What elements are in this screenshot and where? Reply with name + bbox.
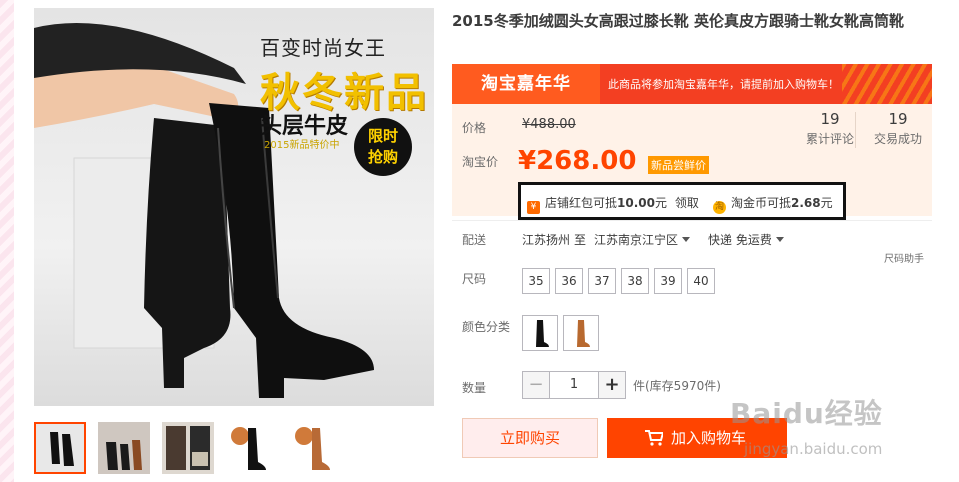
chevron-down-icon [682,237,691,242]
promo-badge-line2: 抢购 [367,148,398,166]
taojinbi-prefix: 淘金币可抵 [731,196,792,210]
size-option[interactable]: 40 [687,268,715,294]
event-message: 此商品将参加淘宝嘉年华，请提前加入购物车！ [608,78,839,91]
sales-count-number: 19 [888,110,908,128]
coupon-icon: ¥ [527,201,540,214]
size-option[interactable]: 35 [522,268,550,294]
shipping-label: 配送 [462,233,487,247]
ship-from: 江苏扬州 [522,233,571,247]
event-logo: 淘宝嘉年华 [452,64,600,104]
sales-count-label: 交易成功 [873,132,922,146]
review-count-number: 19 [820,110,840,128]
baidu-watermark-url: jingyan.baidu.com [744,440,883,458]
taobao-price-label: 淘宝价 [462,155,499,169]
coupon-box: ¥ 店铺红包可抵10.00元 领取 淘淘金币可抵2.68元 [518,182,846,220]
divider [452,220,932,221]
taojinbi-suffix: 元 [820,196,833,210]
size-option[interactable]: 39 [654,268,682,294]
quantity-decrease-button[interactable]: − [522,371,550,399]
ship-method-value: 快递 免运费 [708,233,772,247]
promo-badge-line1: 限时 [367,127,398,145]
color-option-black[interactable] [522,315,558,351]
banner-decoration [842,64,932,104]
shop-coupon-prefix: 店铺红包可抵 [545,196,618,210]
claim-coupon-link[interactable]: 领取 [675,196,699,210]
taojinbi-icon: 淘 [713,201,726,214]
ship-to-value: 江苏南京江宁区 [594,233,679,247]
thumbnail-4[interactable] [226,422,278,474]
price-badge: 新品尝鲜价 [648,156,709,174]
ship-to-word: 至 [574,233,587,247]
thumbnail-1[interactable] [34,422,86,474]
shop-coupon-amount: 10.00 [617,196,655,210]
original-price-label: 价格 [462,121,487,135]
size-helper-link[interactable]: 尺码助手 [884,250,924,265]
price-panel: 价格 ¥488.00 淘宝价 ¥268.00 新品尝鲜价 19 累计评论 19 … [452,104,932,220]
thumbnail-5[interactable] [290,422,342,474]
promo-badge: 限时 抢购 [354,118,412,176]
shop-coupon[interactable]: ¥ 店铺红包可抵10.00元 领取 [527,194,699,214]
stock-info: 件(库存5970件) [633,379,721,393]
baidu-watermark: Baidu经验 [730,397,883,430]
color-label: 颜色分类 [462,320,511,334]
black-boot-icon [536,320,549,347]
stat-divider [855,112,856,148]
ship-to-selector[interactable]: 江苏南京江宁区 [594,231,691,248]
quantity-label: 数量 [462,381,487,395]
ship-method-selector[interactable]: 快递 免运费 [708,231,784,248]
event-banner[interactable]: 淘宝嘉年华 此商品将参加淘宝嘉年华，请提前加入购物车！ [452,64,932,104]
taojinbi-coupon: 淘淘金币可抵2.68元 [713,194,833,214]
quantity-increase-button[interactable]: + [598,371,626,399]
sales-count: 19 交易成功 [866,110,930,147]
brown-boot-icon [577,320,590,347]
promo-line-1: 百变时尚女王 [260,36,386,60]
size-option[interactable]: 37 [588,268,616,294]
review-count-label: 累计评论 [805,132,854,146]
main-product-image[interactable]: 百变时尚女王 秋冬新品 头层牛皮 2015新品特价中 限时 抢购 [34,8,434,406]
left-decoration [0,0,14,482]
size-label: 尺码 [462,272,487,286]
quantity-input[interactable]: 1 [549,371,599,399]
promo-line-4: 2015新品特价中 [264,140,340,151]
original-price: ¥488.00 [522,117,576,132]
taojinbi-amount: 2.68 [791,196,821,210]
size-option[interactable]: 36 [555,268,583,294]
product-title: 2015冬季加绒圆头女高跟过膝长靴 英伦真皮方跟骑士靴女靴高筒靴 [452,12,904,30]
size-option[interactable]: 38 [621,268,649,294]
thumbnail-2[interactable] [98,422,150,474]
shop-coupon-suffix: 元 [654,196,667,210]
color-option-brown[interactable] [563,315,599,351]
cart-icon [645,430,663,446]
chevron-down-icon [775,237,784,242]
current-price: ¥268.00 [518,146,637,176]
thumbnail-3[interactable] [162,422,214,474]
review-count[interactable]: 19 累计评论 [798,110,862,147]
buy-now-button[interactable]: 立即购买 [462,418,598,458]
